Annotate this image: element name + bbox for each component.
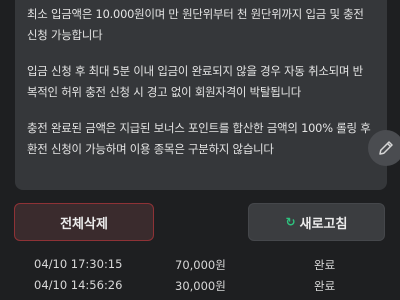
deposit-notice-panel: 최소 입금액은 10.000원이며 만 원단위부터 천 원단위까지 입금 및 충… [15,0,387,190]
pencil-icon [379,141,393,155]
history-amount: 30,000원 [175,279,226,293]
refresh-icon: ↻ [285,215,296,229]
history-amount: 70,000원 [175,258,226,272]
history-row: 04/10 17:30:15 70,000원 완료 [0,255,400,276]
history-status: 완료 [314,258,336,272]
edit-floating-button[interactable] [368,130,400,166]
deposit-history-list: 04/10 17:30:15 70,000원 완료 04/10 14:56:26… [0,255,400,297]
notice-paragraph-rolling: 충전 완료된 금액은 지급된 보너스 포인트를 합산한 금액의 100% 롤링 … [27,121,371,156]
notice-paragraph-minimum: 최소 입금액은 10.000원이며 만 원단위부터 천 원단위까지 입금 및 충… [27,7,364,42]
history-row: 04/10 14:56:26 30,000원 완료 [0,276,400,297]
delete-all-button[interactable]: 전체삭제 [14,203,154,241]
refresh-label: 새로고침 [299,216,348,232]
history-time: 04/10 17:30:15 [34,257,123,271]
notice-paragraph-auto-cancel: 입금 신청 후 최대 5분 이내 입금이 완료되지 않을 경우 자동 취소되며 … [27,64,363,99]
delete-all-label: 전체삭제 [60,216,108,232]
history-time: 04/10 14:56:26 [34,278,123,292]
refresh-button[interactable]: ↻ 새로고침 [248,203,385,241]
history-status: 완료 [314,279,336,293]
